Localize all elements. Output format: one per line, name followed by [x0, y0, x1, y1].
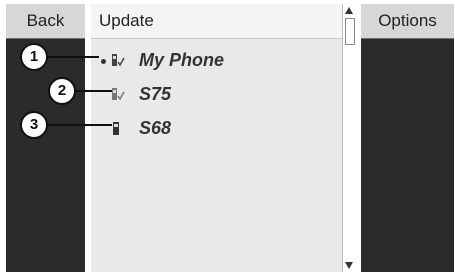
- title-bar: Update: [91, 4, 342, 39]
- list-item-label: S68: [139, 118, 172, 138]
- callout-leader-line: [44, 56, 99, 58]
- callout-leader-line: [44, 124, 112, 126]
- screen: Back Update My Phone S75 S68 Options 1 2…: [0, 0, 455, 276]
- callout-leader-line: [72, 90, 112, 92]
- scrollbar[interactable]: [342, 4, 356, 272]
- scroll-thumb[interactable]: [345, 18, 355, 45]
- phone-icon: [113, 122, 119, 135]
- left-panel: Back: [6, 4, 85, 272]
- list-item-my-phone[interactable]: My Phone: [91, 43, 342, 77]
- list-item-s75[interactable]: S75: [91, 77, 342, 111]
- callout-marker: 1: [20, 43, 48, 71]
- selected-dot-icon: [101, 59, 106, 64]
- scroll-down-arrow-icon[interactable]: [345, 262, 353, 269]
- list-item-s68[interactable]: S68: [91, 111, 342, 145]
- callout-marker: 3: [20, 111, 48, 139]
- phone-authorized-icon: [112, 54, 125, 67]
- right-panel: Options: [361, 4, 454, 272]
- list-title: Update: [99, 11, 154, 30]
- options-button[interactable]: Options: [361, 4, 454, 39]
- main-panel: Update My Phone S75 S68: [91, 4, 342, 272]
- phone-list: My Phone S75 S68: [91, 39, 342, 272]
- list-item-label: S75: [139, 84, 172, 104]
- phone-authorized-icon: [112, 88, 125, 101]
- back-button[interactable]: Back: [6, 4, 85, 39]
- list-item-label: My Phone: [139, 50, 225, 70]
- scroll-up-arrow-icon[interactable]: [345, 7, 353, 14]
- callout-marker: 2: [48, 77, 76, 105]
